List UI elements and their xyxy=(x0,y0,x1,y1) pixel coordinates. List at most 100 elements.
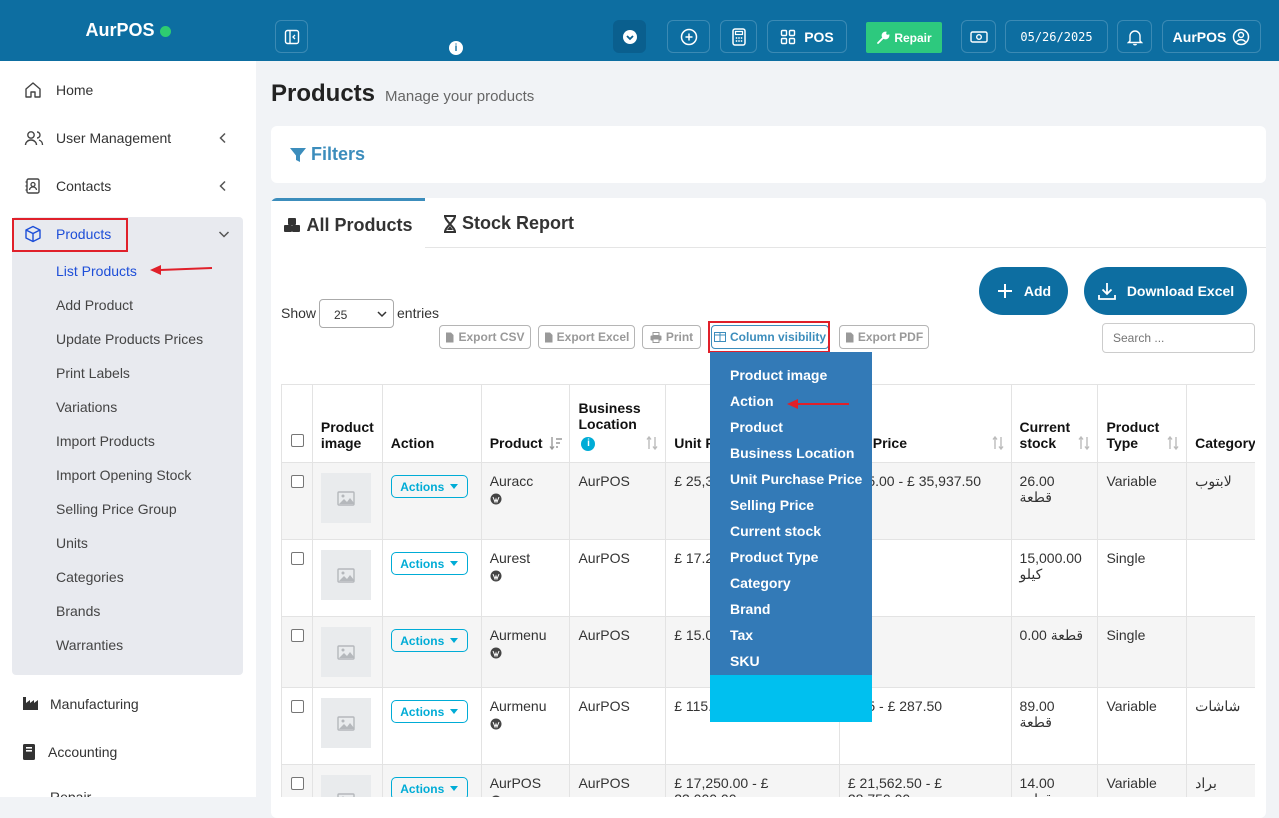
highlight-box xyxy=(12,218,128,252)
actions-dropdown-button[interactable]: Actions xyxy=(390,629,468,652)
col-product-image[interactable]: Product image xyxy=(311,384,383,463)
export-csv-button[interactable]: Export CSV xyxy=(439,325,531,349)
menu-item-business-location[interactable]: Business Location xyxy=(730,445,854,461)
sidebar-toggle-button[interactable] xyxy=(275,20,308,53)
submenu-categories[interactable]: Categories xyxy=(56,569,124,585)
export-pdf-button[interactable]: Export PDF xyxy=(839,325,929,349)
users-icon xyxy=(24,131,44,146)
menu-item-tax[interactable]: Tax xyxy=(730,627,753,643)
page-size-select[interactable]: 25 xyxy=(319,299,394,328)
col-category[interactable]: Category xyxy=(1186,384,1255,463)
submenu-add-product[interactable]: Add Product xyxy=(56,297,133,313)
sidebar-item-user-management[interactable]: User Management xyxy=(0,118,256,158)
row-select-cell xyxy=(281,462,313,540)
download-app-button[interactable] xyxy=(613,20,646,53)
show-label: Show xyxy=(281,305,317,321)
submenu-list-products[interactable]: List Products xyxy=(56,263,137,279)
actions-dropdown-button[interactable]: Actions xyxy=(390,700,468,723)
submenu-brands[interactable]: Brands xyxy=(56,603,100,619)
product-thumbnail[interactable] xyxy=(320,473,371,523)
stock-cell: 26.00 قطعة xyxy=(1010,462,1099,540)
product-name[interactable]: Aurmenu xyxy=(490,627,562,643)
type-cell: Variable xyxy=(1097,462,1188,540)
menu-item-product-image[interactable]: Product image xyxy=(730,367,827,383)
submenu-import-products[interactable]: Import Products xyxy=(56,433,155,449)
product-name[interactable]: Aurmenu xyxy=(490,698,562,714)
submenu-selling-price-group[interactable]: Selling Price Group xyxy=(56,501,177,517)
add-product-button[interactable]: Add xyxy=(979,267,1068,315)
menu-item-selling-price[interactable]: Selling Price xyxy=(730,497,814,513)
menu-item-product-type[interactable]: Product Type xyxy=(730,549,818,565)
info-icon[interactable]: i xyxy=(581,437,596,451)
product-thumbnail[interactable] xyxy=(320,550,371,600)
menu-footer xyxy=(710,675,872,722)
actions-dropdown-button[interactable]: Actions xyxy=(390,777,468,797)
col-action[interactable]: Action xyxy=(381,384,482,463)
quick-add-button[interactable] xyxy=(667,20,710,53)
actions-dropdown-button[interactable]: Actions xyxy=(390,475,468,498)
location-cell: AurPOS xyxy=(569,539,667,617)
tab-all-products[interactable]: All Products xyxy=(271,198,425,249)
chevron-left-icon xyxy=(219,180,226,192)
user-menu-button[interactable]: AurPOS xyxy=(1162,20,1261,53)
export-excel-button[interactable]: Export Excel xyxy=(538,325,635,349)
select-all-checkbox[interactable] xyxy=(291,434,304,447)
row-checkbox[interactable] xyxy=(291,552,304,565)
entries-label: entries xyxy=(397,305,440,321)
calculator-button[interactable] xyxy=(720,20,757,53)
row-checkbox[interactable] xyxy=(291,475,304,488)
menu-item-action[interactable]: Action xyxy=(730,393,774,409)
col-current-stock[interactable]: Current stock xyxy=(1010,384,1099,463)
pos-button[interactable]: POS xyxy=(767,20,847,53)
info-icon[interactable]: i xyxy=(449,41,463,55)
product-thumbnail[interactable] xyxy=(320,775,371,797)
sidebar-item-home[interactable]: Home xyxy=(0,70,256,110)
submenu-print-labels[interactable]: Print Labels xyxy=(56,365,130,381)
unit-price-cell: £ 17,250.00 - £ 23,000.00 xyxy=(665,764,840,797)
menu-item-current-stock[interactable]: Current stock xyxy=(730,523,821,539)
submenu-variations[interactable]: Variations xyxy=(56,399,117,415)
notifications-button[interactable] xyxy=(1117,20,1152,53)
product-name[interactable]: Auracc xyxy=(490,473,562,489)
product-name[interactable]: AurPOS xyxy=(490,775,562,791)
sort-icon xyxy=(992,436,1004,450)
menu-item-product[interactable]: Product xyxy=(730,419,783,435)
download-excel-button[interactable]: Download Excel xyxy=(1084,267,1247,315)
submenu-units[interactable]: Units xyxy=(56,535,88,551)
cash-register-button[interactable] xyxy=(961,20,996,53)
col-product[interactable]: Product xyxy=(480,384,571,463)
sidebar-item-repair[interactable]: Repair xyxy=(0,781,256,797)
menu-item-sku[interactable]: SKU xyxy=(730,653,760,669)
caret-down-icon xyxy=(450,638,459,643)
hourglass-icon xyxy=(444,214,456,233)
row-checkbox[interactable] xyxy=(291,777,304,790)
submenu-warranties[interactable]: Warranties xyxy=(56,637,123,653)
tab-stock-report[interactable]: Stock Report xyxy=(443,198,574,249)
caret-down-icon xyxy=(450,484,459,489)
menu-item-unit-purchase-price[interactable]: Unit Purchase Price xyxy=(730,471,862,487)
submenu-import-opening-stock[interactable]: Import Opening Stock xyxy=(56,467,191,483)
col-product-type[interactable]: Product Type xyxy=(1097,384,1188,463)
row-checkbox[interactable] xyxy=(291,700,304,713)
product-thumbnail[interactable] xyxy=(320,627,371,677)
menu-item-brand[interactable]: Brand xyxy=(730,601,770,617)
product-thumbnail[interactable] xyxy=(320,698,371,748)
print-button[interactable]: Print xyxy=(642,325,701,349)
row-checkbox[interactable] xyxy=(291,629,304,642)
product-name[interactable]: Aurest xyxy=(490,550,562,566)
sidebar-item-accounting[interactable]: Accounting xyxy=(0,732,256,772)
sidebar-item-manufacturing[interactable]: Manufacturing xyxy=(0,684,256,724)
sidebar-item-contacts[interactable]: Contacts xyxy=(0,166,256,206)
top-bar: AurPOS i POS Repair 05/26/2025 AurPOS xyxy=(0,0,1279,61)
menu-item-category[interactable]: Category xyxy=(730,575,791,591)
filters-panel[interactable]: Filters xyxy=(271,126,1266,183)
repair-button[interactable]: Repair xyxy=(866,22,942,53)
submenu-update-products-prices[interactable]: Update Products Prices xyxy=(56,331,203,347)
date-display[interactable]: 05/26/2025 xyxy=(1005,20,1108,53)
actions-dropdown-button[interactable]: Actions xyxy=(390,552,468,575)
col-business-location[interactable]: Business Location i xyxy=(569,384,667,463)
search-input[interactable] xyxy=(1102,323,1255,353)
brand[interactable]: AurPOS xyxy=(0,0,256,61)
category-cell: لابتوب xyxy=(1186,462,1255,540)
row-select-cell xyxy=(281,539,313,617)
